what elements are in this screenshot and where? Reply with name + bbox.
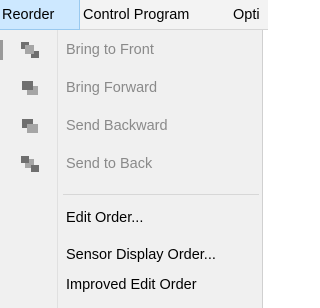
menu-item-bring-to-front[interactable]: Bring to Front	[0, 34, 262, 66]
menu-item-edit-order[interactable]: Edit Order...	[0, 202, 262, 234]
reorder-dropdown-menu: Bring to Front Bring Forward Send Backwa…	[0, 30, 263, 308]
menu-item-label: Improved Edit Order	[66, 277, 197, 293]
menu-item-send-to-back[interactable]: Send to Back	[0, 148, 262, 180]
menu-control-program[interactable]: Control Program	[82, 0, 232, 30]
menu-item-send-backward[interactable]: Send Backward	[0, 110, 262, 142]
menu-item-label: Edit Order...	[66, 210, 144, 226]
send-to-back-icon	[21, 156, 39, 172]
menu-item-label: Send to Back	[66, 156, 153, 172]
menu-options[interactable]: Opti	[233, 0, 268, 30]
menu-item-sensor-display-order[interactable]: Sensor Display Order...	[0, 239, 262, 271]
menu-item-bring-forward[interactable]: Bring Forward	[0, 72, 262, 104]
menu-item-improved-edit-order[interactable]: Improved Edit Order	[0, 269, 262, 301]
menu-separator	[63, 194, 259, 195]
menu-bar: Reorder Control Program Opti	[0, 0, 268, 30]
menu-item-label: Bring to Front	[66, 42, 154, 58]
bring-to-front-icon	[21, 42, 39, 58]
menu-item-label: Bring Forward	[66, 80, 158, 96]
menu-reorder[interactable]: Reorder	[0, 0, 80, 30]
bring-forward-icon	[22, 81, 38, 95]
send-backward-icon	[22, 119, 38, 133]
menu-item-label: Send Backward	[66, 118, 168, 134]
menu-item-label: Sensor Display Order...	[66, 247, 216, 263]
